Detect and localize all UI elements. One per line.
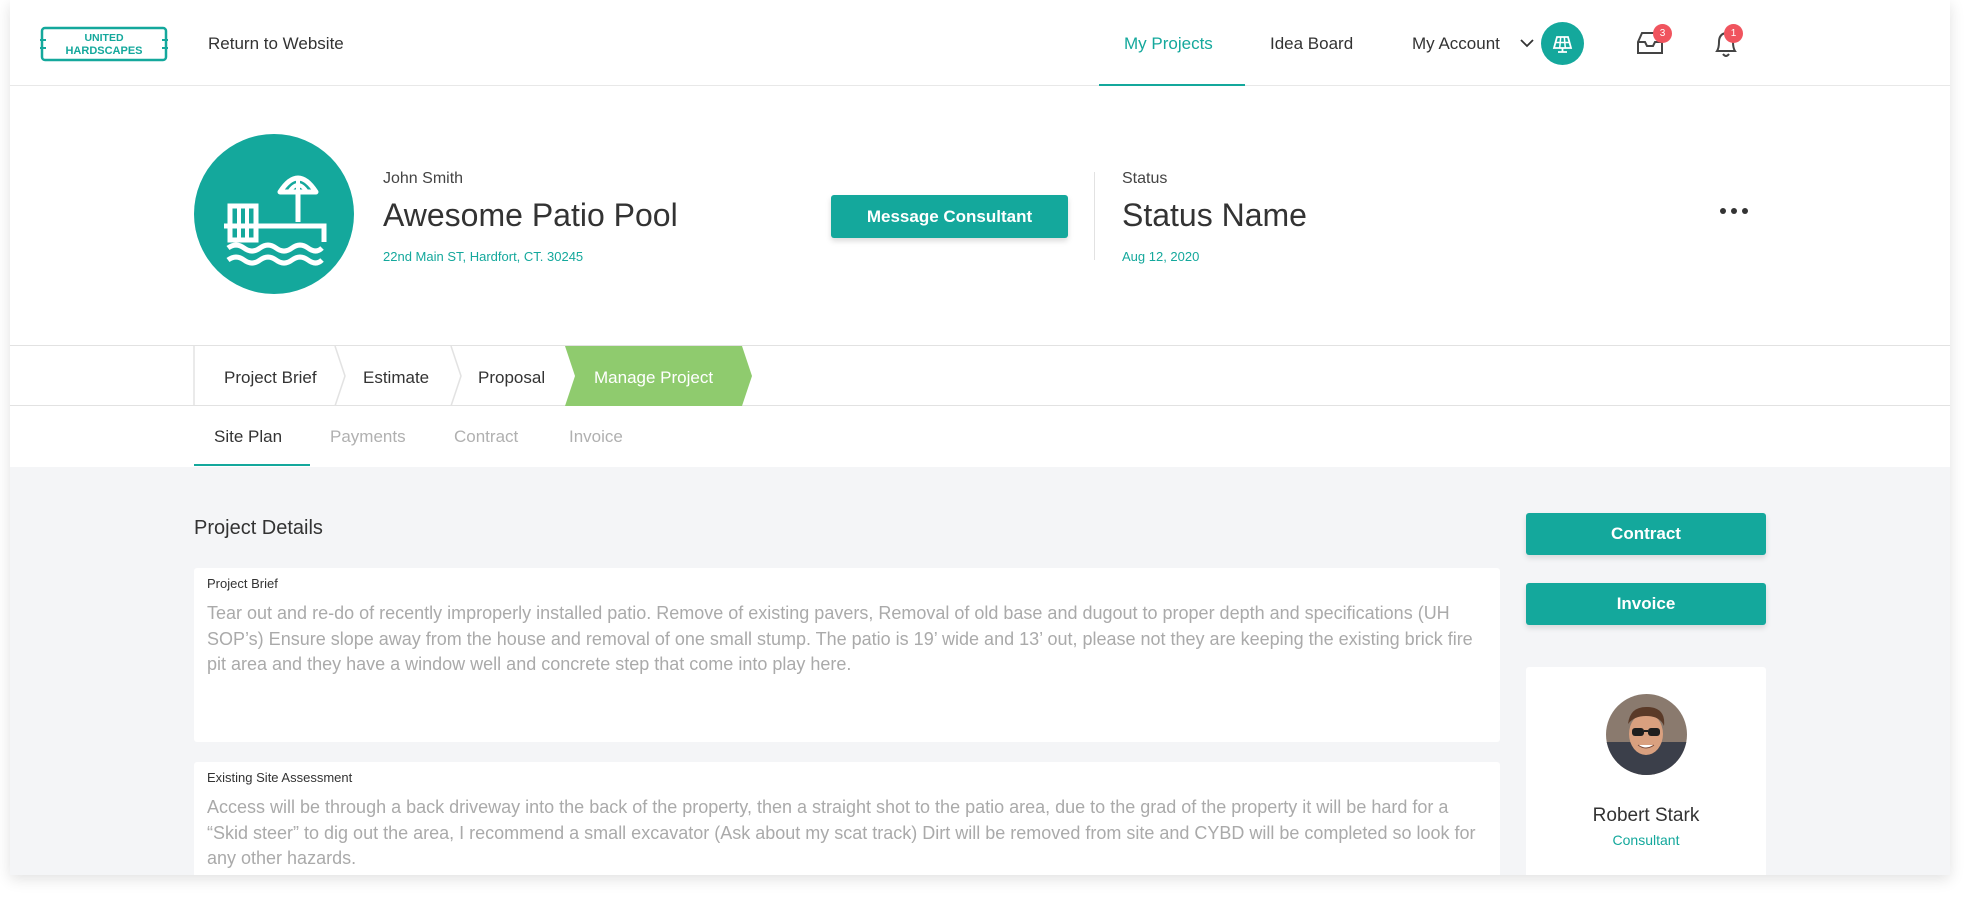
- inbox-count-badge: 3: [1653, 24, 1672, 43]
- project-details-heading: Project Details: [194, 517, 323, 539]
- tab-payments[interactable]: Payments: [330, 427, 406, 447]
- account-avatar[interactable]: [1541, 22, 1584, 65]
- nav-active-indicator: [1099, 84, 1245, 86]
- svg-text:HARDSCAPES: HARDSCAPES: [65, 45, 142, 57]
- sub-tabs: Site Plan Payments Contract Invoice: [10, 406, 1950, 467]
- tab-invoice[interactable]: Invoice: [569, 427, 623, 447]
- step-manage-project[interactable]: Manage Project: [594, 368, 713, 388]
- tab-active-indicator: [194, 464, 310, 466]
- project-brief-card: Project Brief Tear out and re-do of rece…: [194, 568, 1500, 742]
- main-content: Project Details Project Brief Tear out a…: [10, 467, 1950, 875]
- status-label: Status: [1122, 170, 1168, 187]
- step-estimate[interactable]: Estimate: [363, 368, 429, 388]
- step-project-brief[interactable]: Project Brief: [224, 368, 317, 388]
- status-name: Status Name: [1122, 197, 1307, 233]
- contract-button[interactable]: Contract: [1526, 513, 1766, 555]
- consultant-name: Robert Stark: [1592, 805, 1700, 826]
- status-date: Aug 12, 2020: [1122, 249, 1200, 264]
- nav-my-account[interactable]: My Account: [1412, 34, 1500, 54]
- tab-site-plan[interactable]: Site Plan: [214, 427, 282, 447]
- site-assessment-card: Existing Site Assessment Access will be …: [194, 762, 1500, 875]
- svg-text:UNITED: UNITED: [84, 32, 124, 44]
- site-assessment-label: Existing Site Assessment: [207, 770, 353, 785]
- project-brief-label: Project Brief: [207, 576, 278, 591]
- more-options-icon[interactable]: [1720, 208, 1748, 214]
- return-to-website-link[interactable]: Return to Website: [208, 34, 344, 54]
- nav-idea-board[interactable]: Idea Board: [1270, 34, 1353, 54]
- header-divider: [1094, 172, 1095, 260]
- project-brief-text: Tear out and re-do of recently improperl…: [207, 603, 1473, 674]
- project-steps: Project Brief Estimate Proposal Manage P…: [10, 345, 1950, 406]
- project-title: Awesome Patio Pool: [383, 197, 678, 233]
- solar-panel-icon: [1552, 36, 1573, 53]
- notification-count-badge: 1: [1724, 24, 1743, 43]
- project-owner-name: John Smith: [383, 170, 464, 187]
- consultant-avatar: [1606, 694, 1687, 775]
- app-window: UNITED HARDSCAPES Return to Website My P…: [10, 0, 1950, 875]
- chevron-down-icon[interactable]: [1520, 38, 1534, 48]
- consultant-card: Robert Stark Consultant: [1526, 667, 1766, 875]
- pool-umbrella-icon: [224, 175, 327, 266]
- nav-my-projects[interactable]: My Projects: [1124, 34, 1213, 54]
- message-consultant-button[interactable]: Message Consultant: [831, 195, 1068, 238]
- top-navigation: UNITED HARDSCAPES Return to Website My P…: [10, 0, 1950, 86]
- tab-contract[interactable]: Contract: [454, 427, 518, 447]
- united-hardscapes-logo[interactable]: UNITED HARDSCAPES: [40, 26, 168, 62]
- site-assessment-text: Access will be through a back driveway i…: [207, 797, 1476, 868]
- project-avatar: [194, 134, 354, 294]
- project-address: 22nd Main ST, Hardfort, CT. 30245: [383, 249, 584, 264]
- invoice-button[interactable]: Invoice: [1526, 583, 1766, 625]
- step-proposal[interactable]: Proposal: [478, 368, 545, 388]
- consultant-role: Consultant: [1612, 832, 1680, 848]
